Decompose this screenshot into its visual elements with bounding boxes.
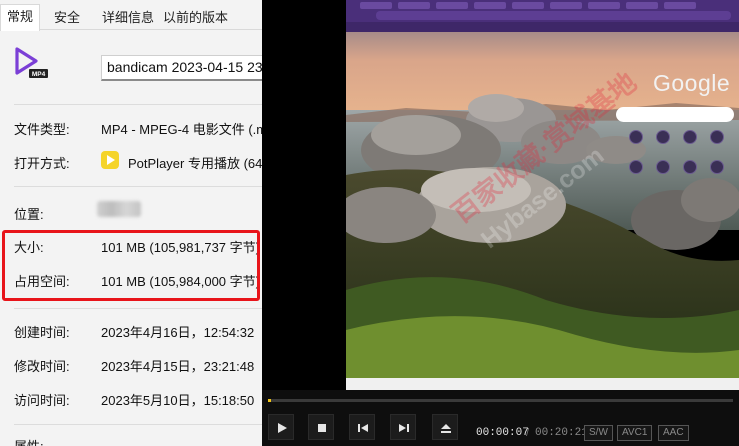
audio-codec-badge[interactable]: AAC xyxy=(658,425,689,441)
shortcut-icon xyxy=(683,130,697,144)
tab-previous-versions[interactable]: 以前的版本 xyxy=(157,6,234,30)
player-controls: 00:00:07 / 00:20:21 S/W AVC1 AAC xyxy=(262,390,739,446)
divider xyxy=(14,424,262,425)
file-name-field[interactable]: bandicam 2023-04-15 23-0 xyxy=(101,55,262,81)
desktop-taskbar xyxy=(346,378,739,390)
browser-tab-strip xyxy=(350,2,735,10)
time-separator: / xyxy=(526,427,530,439)
seek-bar[interactable] xyxy=(268,399,733,402)
browser-chrome xyxy=(346,0,739,22)
shortcut-icon xyxy=(683,160,697,174)
created-value: 2023年4月16日，12:54:32 xyxy=(101,325,255,340)
browser-tab xyxy=(436,2,468,9)
browser-tab xyxy=(398,2,430,9)
tab-general[interactable]: 常规 xyxy=(0,4,41,31)
tab-security[interactable]: 安全 xyxy=(48,6,86,30)
tab-bar: 常规 安全 详细信息 以前的版本 xyxy=(0,0,262,31)
modified-label: 修改时间: xyxy=(14,359,70,374)
divider xyxy=(14,186,262,187)
play-icon xyxy=(278,423,287,433)
stop-icon xyxy=(318,424,326,432)
eject-button[interactable] xyxy=(432,414,458,440)
mp4-file-icon: MP4 xyxy=(15,47,48,78)
size-highlight-box xyxy=(2,230,260,301)
video-codec-badge[interactable]: AVC1 xyxy=(617,425,653,441)
stop-button[interactable] xyxy=(308,414,334,440)
browser-tab xyxy=(512,2,544,9)
previous-button[interactable] xyxy=(349,414,375,440)
play-button[interactable] xyxy=(268,414,294,440)
accessed-value: 2023年5月10日，15:18:50 xyxy=(101,393,255,408)
created-label: 创建时间: xyxy=(14,325,70,340)
opens-with-value: PotPlayer 专用播放 (64 xyxy=(128,156,262,171)
skip-next-icon xyxy=(399,424,409,432)
browser-address-bar xyxy=(376,11,731,20)
decoder-badge[interactable]: S/W xyxy=(584,425,613,441)
shortcut-icon xyxy=(656,160,670,174)
accessed-label: 访问时间: xyxy=(14,393,70,408)
file-properties-dialog: 常规 安全 详细信息 以前的版本 MP4 bandicam 2023-04-15… xyxy=(0,0,262,446)
landscape-scene xyxy=(346,0,739,390)
file-type-value: MP4 - MPEG-4 电影文件 (.m xyxy=(101,122,262,137)
video-frame[interactable]: Google xyxy=(346,0,739,390)
current-time: 00:00:07 xyxy=(476,427,529,439)
modified-value: 2023年4月15日，23:21:48 xyxy=(101,359,255,374)
seek-bar-progress xyxy=(268,399,271,402)
browser-tab xyxy=(360,2,392,9)
divider xyxy=(14,308,262,309)
attributes-label: 属性: xyxy=(14,436,44,446)
divider xyxy=(14,104,262,105)
tab-details[interactable]: 详细信息 xyxy=(96,6,160,30)
browser-tab xyxy=(664,2,696,9)
location-value-redacted xyxy=(97,201,141,217)
browser-tab xyxy=(588,2,620,9)
browser-tab xyxy=(626,2,658,9)
shortcut-icon xyxy=(629,130,643,144)
shortcut-icon xyxy=(656,130,670,144)
total-time: 00:20:21 xyxy=(535,427,588,439)
next-button[interactable] xyxy=(390,414,416,440)
file-type-label: 文件类型: xyxy=(14,122,70,137)
svg-text:MP4: MP4 xyxy=(32,71,46,78)
opens-with-label: 打开方式: xyxy=(14,156,70,171)
video-player: Google 百家收藏·赏域基地 Hybase.com 00:00:07 / 0… xyxy=(262,0,739,446)
skip-previous-icon xyxy=(358,424,368,432)
location-label: 位置: xyxy=(14,207,44,222)
eject-icon xyxy=(441,424,451,433)
browser-tab xyxy=(550,2,582,9)
bookmarks-bar xyxy=(346,22,739,32)
browser-tab xyxy=(474,2,506,9)
google-logo: Google xyxy=(653,70,731,96)
shortcut-icon xyxy=(710,130,724,144)
shortcut-icon xyxy=(629,160,643,174)
potplayer-icon xyxy=(101,151,119,169)
google-search-box xyxy=(616,107,734,122)
shortcut-icon xyxy=(710,160,724,174)
